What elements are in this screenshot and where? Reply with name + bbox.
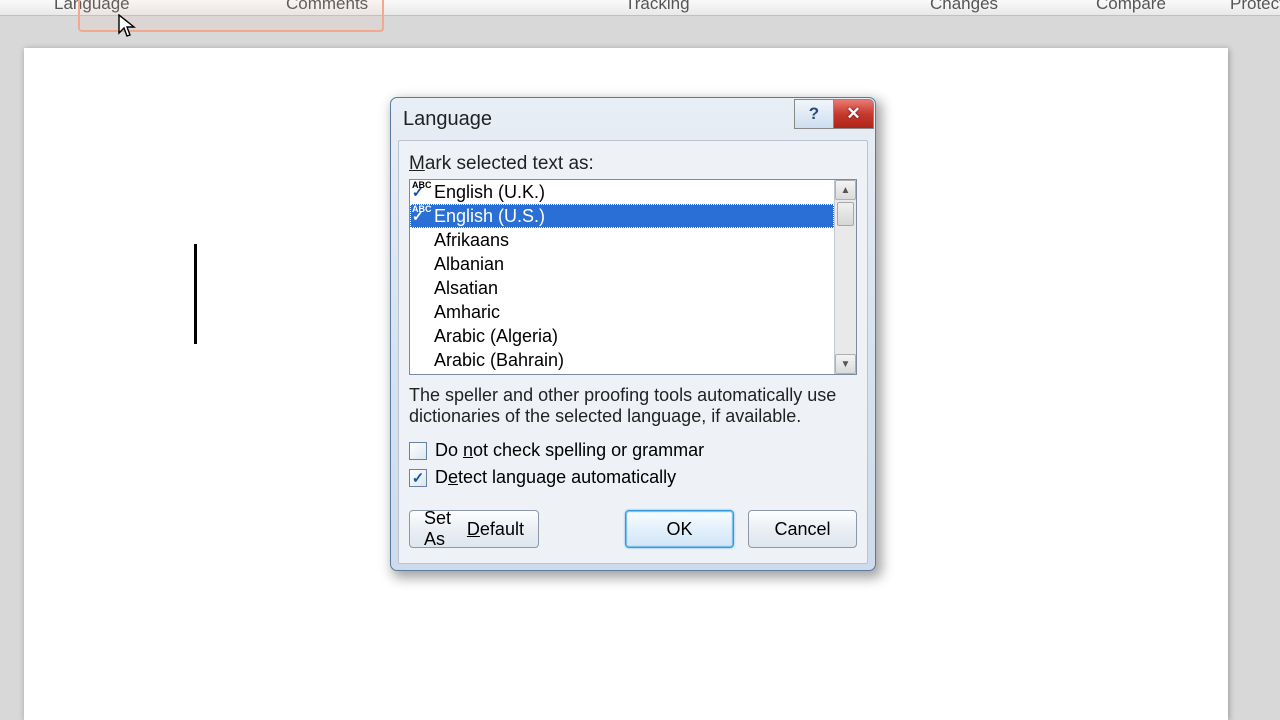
language-option[interactable]: ABC✓English (U.K.)	[410, 180, 834, 204]
language-option[interactable]: ABC✓English (U.S.)	[410, 204, 834, 228]
language-option[interactable]: Albanian	[410, 252, 834, 276]
set-as-default-button[interactable]: Set As Default	[409, 510, 539, 548]
language-option-label: Alsatian	[434, 278, 498, 298]
cancel-button[interactable]: Cancel	[748, 510, 857, 548]
language-option-label: Amharic	[434, 302, 500, 322]
text-cursor	[194, 244, 197, 344]
scroll-thumb[interactable]	[837, 202, 854, 226]
scroll-up-button[interactable]: ▲	[835, 180, 856, 200]
language-option[interactable]: Afrikaans	[410, 228, 834, 252]
checkbox-no-spellcheck[interactable]: Do not check spelling or grammar	[409, 440, 857, 461]
spellcheck-icon: ABC✓	[412, 205, 432, 213]
language-listbox[interactable]: ABC✓English (U.K.)ABC✓English (U.S.)Afri…	[409, 179, 857, 375]
language-option-label: Afrikaans	[434, 230, 509, 250]
spellcheck-icon: ABC✓	[412, 181, 432, 189]
button-row: Set As Default OK Cancel	[409, 510, 857, 548]
close-button[interactable]: ✕	[834, 99, 874, 129]
ribbon-group-protect[interactable]: Protect	[1230, 0, 1280, 14]
scroll-down-button[interactable]: ▼	[835, 354, 856, 374]
help-icon: ?	[809, 104, 819, 124]
checkbox-label: Do not check spelling or grammar	[435, 440, 704, 461]
ribbon-group-compare[interactable]: Compare	[1096, 0, 1166, 14]
language-option[interactable]: Arabic (Algeria)	[410, 324, 834, 348]
language-option-label: English (U.K.)	[434, 182, 545, 202]
checkbox-label: Detect language automatically	[435, 467, 676, 488]
ribbon-group-changes[interactable]: Changes	[930, 0, 998, 14]
info-text: The speller and other proofing tools aut…	[409, 385, 857, 426]
checkbox-box[interactable]: ✓	[409, 469, 427, 487]
language-option[interactable]: Alsatian	[410, 276, 834, 300]
help-button[interactable]: ?	[794, 99, 834, 129]
checkbox-detect-language[interactable]: ✓ Detect language automatically	[409, 467, 857, 488]
dialog-body: Mark selected text as: ABC✓English (U.K.…	[398, 140, 868, 564]
dialog-titlebar[interactable]: Language ? ✕	[391, 98, 875, 140]
close-icon: ✕	[846, 104, 860, 124]
prompt-label: Mark selected text as:	[409, 153, 857, 175]
dialog-title: Language	[403, 108, 492, 131]
language-option[interactable]: Amharic	[410, 300, 834, 324]
language-option-label: Arabic (Bahrain)	[434, 350, 564, 370]
checkbox-box[interactable]	[409, 442, 427, 460]
ok-button[interactable]: OK	[625, 510, 734, 548]
mouse-pointer-icon	[118, 14, 136, 38]
language-option-label: Albanian	[434, 254, 504, 274]
language-dialog: Language ? ✕ Mark selected text as: ABC✓…	[390, 97, 876, 571]
ribbon-group-tracking[interactable]: Tracking	[625, 0, 690, 14]
language-option[interactable]: Arabic (Bahrain)	[410, 348, 834, 372]
scrollbar[interactable]: ▲ ▼	[834, 180, 856, 374]
language-option-label: English (U.S.)	[434, 206, 545, 226]
language-option-label: Arabic (Algeria)	[434, 326, 558, 346]
